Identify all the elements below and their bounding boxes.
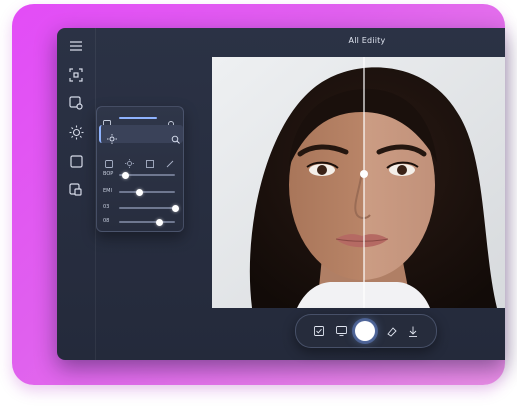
frame-tool-icon[interactable] — [146, 153, 154, 172]
pen-tool-icon[interactable] — [166, 153, 174, 172]
square-tool-icon[interactable] — [105, 153, 113, 172]
panel-header-row — [97, 111, 183, 128]
brightness-icon[interactable] — [65, 121, 87, 143]
menu-icon[interactable] — [65, 35, 87, 57]
adjustment-panel: BOP EMI 03 08 — [96, 106, 184, 232]
bottom-toolbar — [295, 314, 437, 348]
panel-brightness-row[interactable] — [99, 125, 183, 144]
slider-knob[interactable] — [136, 188, 144, 196]
brightness-icon — [107, 129, 117, 148]
sun-tool-icon[interactable] — [125, 153, 134, 172]
slider-knob[interactable] — [122, 171, 130, 179]
square-icon[interactable] — [65, 150, 87, 172]
header-slider-track[interactable] — [119, 117, 157, 119]
window-title: All Ediity — [348, 36, 386, 45]
slider-track[interactable] — [119, 221, 175, 223]
crop-frame-icon[interactable] — [65, 64, 87, 86]
panel-tools-row — [97, 153, 183, 168]
photo-canvas[interactable] — [212, 57, 505, 308]
monitor-icon[interactable] — [334, 324, 348, 338]
slider-track[interactable] — [119, 207, 175, 209]
capture-button[interactable] — [355, 321, 375, 341]
slider-label: 03 — [103, 204, 110, 210]
download-icon[interactable] — [406, 324, 420, 338]
eraser-icon[interactable] — [384, 324, 398, 338]
layers-icon[interactable] — [65, 179, 87, 201]
image-edit-icon[interactable] — [65, 92, 87, 114]
stage: All Ediity BOP EMI 03 08 — [0, 0, 517, 410]
slider-label: BOP — [103, 171, 114, 177]
slider-label: EMI — [103, 188, 112, 194]
search-icon[interactable] — [171, 129, 180, 148]
checkbox-icon[interactable] — [312, 324, 326, 338]
tool-sidebar — [57, 28, 96, 360]
slider-knob[interactable] — [155, 218, 163, 226]
slider-track[interactable] — [119, 191, 175, 193]
slider-label: 08 — [103, 218, 110, 224]
slider-knob[interactable] — [171, 204, 179, 212]
